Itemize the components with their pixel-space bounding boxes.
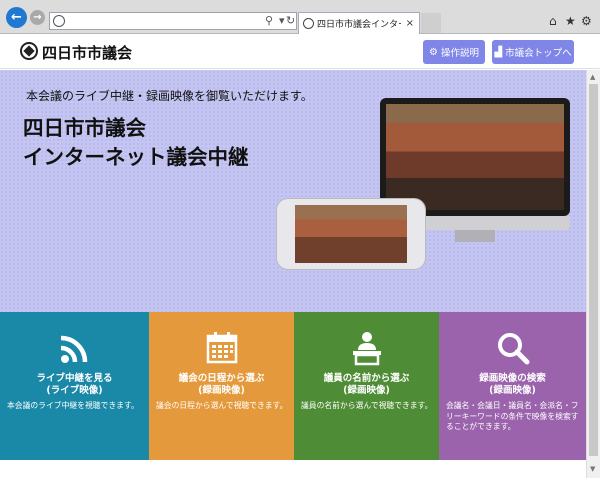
site-logo[interactable]: 四日市市議会 <box>42 42 132 63</box>
tab-close-icon[interactable]: × <box>406 18 414 29</box>
tile-search-desc: 会議名・会議日・議員名・会派名・フリーキーワードの条件で映像を検索することができ… <box>446 401 579 431</box>
search-icon[interactable]: ⚲ <box>265 14 273 27</box>
help-button-label: 操作説明 <box>440 48 479 59</box>
monitor-screen <box>386 104 564 210</box>
address-bar[interactable]: ⚲ ▾ ↻ <box>49 12 297 30</box>
city-emblem-icon <box>20 42 38 60</box>
tile-search-title: 録画映像の検索 <box>479 373 546 384</box>
hero-tagline: 本会議のライブ中継・録画映像を御覧いただけます。 <box>26 89 313 103</box>
monitor-stand <box>455 230 495 242</box>
search-icon <box>497 333 529 365</box>
scroll-up-icon[interactable]: ▲ <box>590 73 595 81</box>
gear-icon: ⚙ <box>429 46 438 58</box>
site-header: 四日市市議会 ⚙ 操作説明 ▟ 市議会トップへ <box>0 35 600 69</box>
tile-schedule-subtitle: (録画映像) <box>198 385 245 396</box>
wifi-signal-icon <box>60 335 87 363</box>
phone-illustration <box>276 198 426 270</box>
browser-toolbar: ← → ⚲ ▾ ↻ 四日市市議会インターネット... × ⌂ ★ ⚙ <box>0 0 600 34</box>
tile-schedule-desc: 議会の日程から選んで視聴できます。 <box>156 401 288 410</box>
scroll-down-icon[interactable]: ▼ <box>590 465 595 473</box>
tile-members-desc: 議員の名前から選んで視聴できます。 <box>301 401 433 410</box>
refresh-icon[interactable]: ↻ <box>286 14 295 27</box>
tile-search-subtitle: (録画映像) <box>489 385 536 396</box>
tab-favicon-icon <box>303 18 314 29</box>
new-tab-button[interactable] <box>421 13 441 33</box>
settings-gear-icon[interactable]: ⚙ <box>581 14 592 28</box>
phone-screen <box>295 205 407 263</box>
chart-icon: ▟ <box>494 46 503 58</box>
tile-schedule-title: 議会の日程から選ぶ <box>178 373 265 384</box>
forward-button[interactable]: → <box>30 10 45 25</box>
speaker-podium-icon <box>352 332 381 366</box>
hero-title-line2: インターネット議会中継 <box>23 145 249 169</box>
page-bottom <box>0 460 586 478</box>
hero-banner: 本会議のライブ中継・録画映像を御覧いただけます。 四日市市議会 インターネット議… <box>0 70 586 312</box>
scroll-thumb[interactable] <box>589 84 598 456</box>
dropdown-icon[interactable]: ▾ <box>279 14 285 27</box>
hero-title-line1: 四日市市議会 <box>23 116 146 140</box>
tile-live-desc: 本会議のライブ中継を視聴できます。 <box>7 401 139 410</box>
tile-live[interactable]: ライブ中継を見る (ライブ映像) 本会議のライブ中継を視聴できます。 <box>0 312 149 460</box>
home-icon[interactable]: ⌂ <box>549 14 557 28</box>
hero-title: 四日市市議会 インターネット議会中継 <box>23 114 249 172</box>
page-scrollbar[interactable]: ▲ ▼ <box>586 70 600 478</box>
browser-tab[interactable]: 四日市市議会インターネット... × <box>298 12 420 34</box>
tile-live-subtitle: (ライブ映像) <box>46 385 103 396</box>
tile-schedule[interactable]: 議会の日程から選ぶ (録画映像) 議会の日程から選んで視聴できます。 <box>149 312 294 460</box>
council-top-button[interactable]: ▟ 市議会トップへ <box>492 40 574 64</box>
tile-members-subtitle: (録画映像) <box>343 385 390 396</box>
tile-live-title: ライブ中継を見る <box>36 373 113 384</box>
tile-members[interactable]: 議員の名前から選ぶ (録画映像) 議員の名前から選んで視聴できます。 <box>294 312 439 460</box>
council-top-label: 市議会トップへ <box>505 48 572 59</box>
back-button[interactable]: ← <box>6 7 27 28</box>
site-icon <box>53 15 65 27</box>
calendar-icon <box>206 332 237 364</box>
tile-search[interactable]: 録画映像の検索 (録画映像) 会議名・会議日・議員名・会派名・フリーキーワードの… <box>439 312 586 460</box>
feature-tiles: ライブ中継を見る (ライブ映像) 本会議のライブ中継を視聴できます。 議会の日程… <box>0 312 586 460</box>
help-button[interactable]: ⚙ 操作説明 <box>423 40 485 64</box>
tile-members-title: 議員の名前から選ぶ <box>323 373 410 384</box>
tab-title: 四日市市議会インターネット... <box>317 20 401 30</box>
favorites-star-icon[interactable]: ★ <box>565 14 576 28</box>
